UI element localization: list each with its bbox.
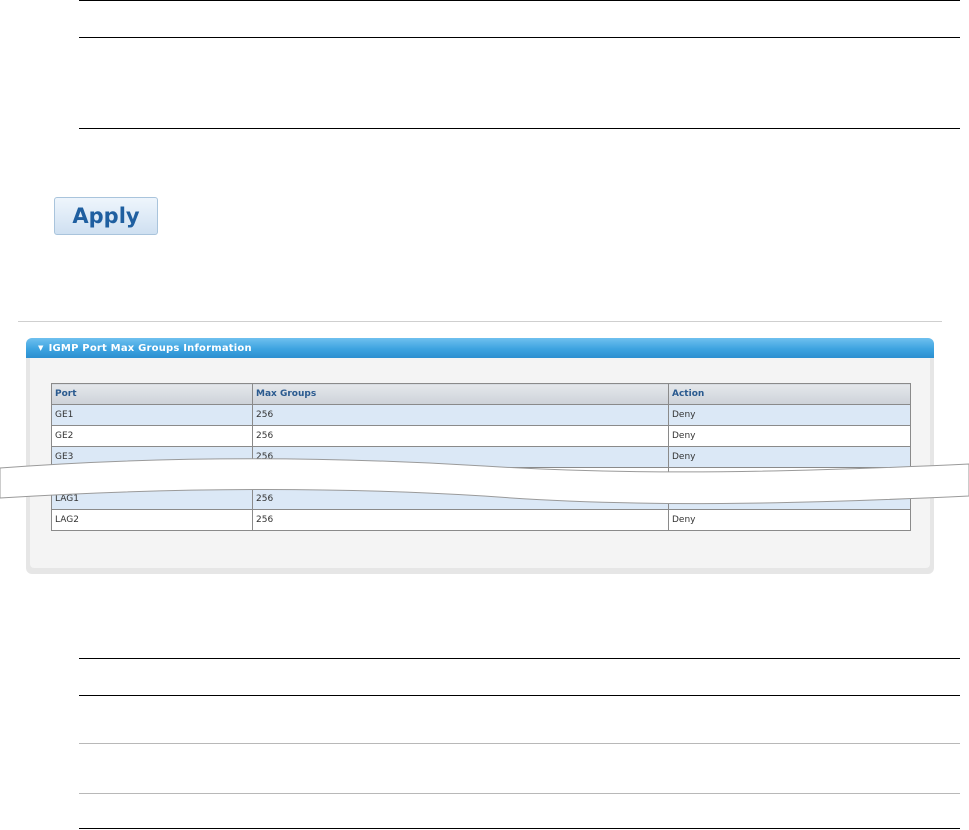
max-groups-table: Port Max Groups Action GE1 256 Deny GE2 … — [51, 383, 911, 531]
panel-title: IGMP Port Max Groups Information — [48, 343, 252, 354]
divider-line — [79, 128, 960, 129]
action-cell: Deny — [668, 404, 911, 426]
action-cell — [668, 467, 911, 489]
divider-line — [79, 828, 960, 829]
table-row: LAG1 256 Deny — [51, 488, 911, 510]
table-row: GE2 256 Deny — [51, 425, 911, 447]
max-groups-cell: 256 — [252, 425, 669, 447]
action-cell: Deny — [668, 509, 911, 531]
column-header-max-groups: Max Groups — [252, 383, 669, 405]
table-row: GE3 256 Deny — [51, 446, 911, 468]
column-header-action: Action — [668, 383, 911, 405]
divider-line — [79, 743, 960, 744]
max-groups-cell: 256 — [252, 488, 669, 510]
table-row — [51, 467, 911, 489]
panel-header[interactable]: ▼ IGMP Port Max Groups Information — [26, 338, 934, 358]
port-cell: LAG2 — [51, 509, 253, 531]
table-header-row: Port Max Groups Action — [51, 383, 911, 405]
divider-line — [79, 793, 960, 794]
max-groups-cell: 256 — [252, 446, 669, 468]
action-cell: Deny — [668, 446, 911, 468]
action-cell: Deny — [668, 488, 911, 510]
divider-line — [79, 658, 960, 659]
action-cell: Deny — [668, 425, 911, 447]
column-header-port: Port — [51, 383, 253, 405]
screenshot-frame: ▼ IGMP Port Max Groups Information Port M… — [18, 321, 942, 579]
port-cell: GE3 — [51, 446, 253, 468]
port-cell: GE1 — [51, 404, 253, 426]
max-groups-cell — [252, 467, 669, 489]
port-cell: LAG1 — [51, 488, 253, 510]
divider-line — [79, 695, 960, 696]
max-groups-cell: 256 — [252, 404, 669, 426]
table-row: GE1 256 Deny — [51, 404, 911, 426]
collapse-arrow-icon[interactable]: ▼ — [38, 344, 44, 352]
max-groups-cell: 256 — [252, 509, 669, 531]
port-cell — [51, 467, 253, 489]
apply-button[interactable]: Apply — [54, 197, 158, 235]
table-row: LAG2 256 Deny — [51, 509, 911, 531]
divider-line — [79, 0, 960, 1]
port-cell: GE2 — [51, 425, 253, 447]
divider-line — [79, 37, 960, 38]
